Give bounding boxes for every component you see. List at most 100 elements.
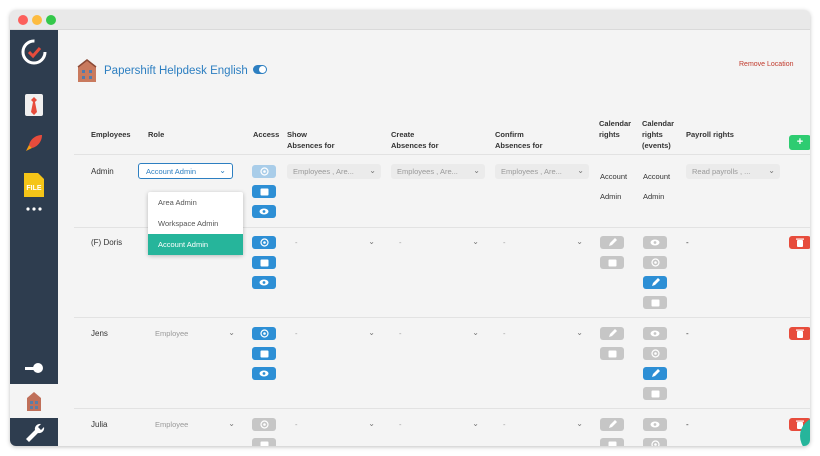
events-edit-button[interactable] [643, 276, 667, 289]
access-toggle-button[interactable] [252, 418, 276, 431]
close-window-button[interactable] [18, 15, 28, 25]
col-access: Access [253, 130, 280, 139]
calendar-rights-value: Account Admin [600, 167, 627, 207]
events-toggle-button[interactable] [643, 347, 667, 360]
chevron-down-icon: ⌄ [472, 419, 479, 428]
col-confirm-absences-line1: Confirm [495, 130, 524, 139]
create-absences-value: - [399, 329, 402, 338]
show-absences-select[interactable]: - ⌄ [295, 328, 375, 343]
sidebar: FILE [10, 30, 58, 446]
col-confirm-absences-line2: Absences for [495, 141, 543, 150]
header-separator [74, 154, 810, 155]
view-access-button[interactable] [252, 367, 276, 380]
view-access-button[interactable] [252, 276, 276, 289]
role-option-account-admin[interactable]: Account Admin [148, 234, 243, 255]
col-show-absences-line1: Show [287, 130, 307, 139]
employee-name: Admin [91, 167, 114, 176]
role-dropdown-menu: Area Admin Workspace Admin Account Admin [148, 192, 243, 255]
role-select[interactable]: Account Admin ⌄ [138, 163, 233, 179]
access-toggle-button[interactable] [252, 236, 276, 249]
remove-location-link[interactable]: Remove Location [739, 61, 793, 68]
more-dots-icon[interactable] [10, 202, 58, 216]
app-window: FILE Papershift Helpdesk English Remove … [10, 10, 810, 446]
events-view-button[interactable] [643, 327, 667, 340]
calendar-edit-button[interactable] [600, 418, 624, 431]
wrench-icon[interactable] [10, 420, 58, 446]
confirm-absences-select[interactable]: - ⌄ [503, 237, 583, 252]
events-edit-button[interactable] [643, 367, 667, 380]
location-toggle[interactable] [253, 65, 267, 74]
show-absences-select[interactable]: Employees , Are... ⌄ [287, 164, 381, 179]
key-icon[interactable] [10, 355, 58, 383]
role-option-area-admin[interactable]: Area Admin [148, 192, 243, 213]
create-absences-value: - [399, 238, 402, 247]
add-employee-button[interactable]: + [789, 135, 810, 150]
show-absences-value: - [295, 420, 298, 429]
calendar-edit-button[interactable] [600, 236, 624, 249]
delete-employee-button[interactable] [789, 236, 810, 249]
create-absences-select[interactable]: - ⌄ [399, 237, 479, 252]
events-toggle-button[interactable] [643, 438, 667, 446]
calendar-access-button[interactable] [252, 185, 276, 198]
col-calendar-rights: Calendar rights [599, 118, 631, 140]
events-view-button[interactable] [643, 236, 667, 249]
col-calendar-rights-events: Calendar rights (events) [642, 118, 674, 151]
papershift-logo-icon[interactable] [10, 32, 58, 72]
role-value: Employee [155, 420, 189, 429]
create-absences-value: Employees , Are... [397, 167, 458, 176]
create-absences-select[interactable]: - ⌄ [399, 419, 479, 434]
role-option-workspace-admin[interactable]: Workspace Admin [148, 213, 243, 234]
building-icon[interactable] [10, 384, 58, 418]
calendar-view-button[interactable] [600, 438, 624, 446]
employee-name: Julia [91, 420, 108, 429]
col-show-absences: Show Absences for [287, 129, 335, 151]
calendar-view-button[interactable] [600, 256, 624, 269]
col-calendar-rights-line1: Calendar [599, 119, 632, 128]
access-toggle-button[interactable] [252, 327, 276, 340]
access-toggle-button[interactable] [252, 165, 276, 178]
row-separator [74, 408, 810, 409]
calendar-access-button[interactable] [252, 347, 276, 360]
events-calendar-button[interactable] [643, 296, 667, 309]
calendar-access-button[interactable] [252, 256, 276, 269]
chevron-down-icon: ⌄ [576, 237, 583, 246]
create-absences-select[interactable]: - ⌄ [399, 328, 479, 343]
payroll-rights-value: Read payrolls , ... [692, 167, 751, 176]
show-absences-select[interactable]: - ⌄ [295, 419, 375, 434]
row-separator [74, 317, 810, 318]
calendar-access-button[interactable] [252, 438, 276, 446]
calendar-view-button[interactable] [600, 347, 624, 360]
events-view-button[interactable] [643, 418, 667, 431]
events-toggle-button[interactable] [643, 256, 667, 269]
col-confirm-absences: Confirm Absences for [495, 129, 543, 151]
payroll-rights-value: - [686, 420, 689, 429]
payroll-rights-value: - [686, 238, 689, 247]
payroll-rights-value: - [686, 329, 689, 338]
show-absences-select[interactable]: - ⌄ [295, 237, 375, 252]
confirm-absences-select[interactable]: - ⌄ [503, 328, 583, 343]
view-access-button[interactable] [252, 205, 276, 218]
minimize-window-button[interactable] [32, 15, 42, 25]
show-absences-value: - [295, 238, 298, 247]
events-calendar-button[interactable] [643, 387, 667, 400]
col-calendar-events-line3: (events) [642, 141, 671, 150]
delete-employee-button[interactable] [789, 327, 810, 340]
confirm-absences-select[interactable]: Employees , Are... ⌄ [495, 164, 589, 179]
confirm-absences-select[interactable]: - ⌄ [503, 419, 583, 434]
calendar-edit-button[interactable] [600, 327, 624, 340]
col-payroll-rights: Payroll rights [686, 130, 734, 139]
chevron-down-icon: ⌄ [228, 419, 235, 428]
role-select[interactable]: Employee ⌄ [155, 419, 235, 434]
role-select[interactable]: Employee ⌄ [155, 328, 235, 343]
col-create-absences-line1: Create [391, 130, 415, 139]
maximize-window-button[interactable] [46, 15, 56, 25]
confirm-absences-value: - [503, 420, 506, 429]
create-absences-select[interactable]: Employees , Are... ⌄ [391, 164, 485, 179]
file-icon[interactable]: FILE [10, 168, 58, 202]
title-bar [10, 10, 810, 30]
calendar-rights-line2: Admin [600, 192, 622, 201]
rocket-icon[interactable] [10, 126, 58, 160]
payroll-rights-select[interactable]: Read payrolls , ... ⌄ [686, 164, 780, 179]
col-role: Role [148, 130, 165, 139]
employee-tie-icon[interactable] [10, 88, 58, 122]
